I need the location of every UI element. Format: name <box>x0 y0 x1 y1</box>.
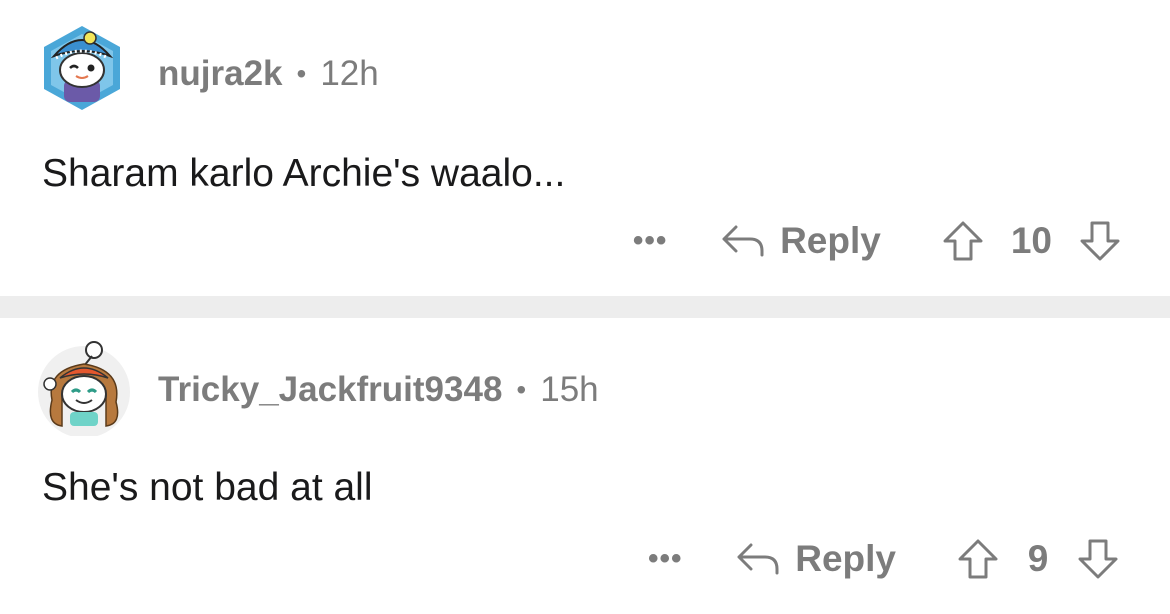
comment: Tricky_Jackfruit9348 • 15h She's not bad… <box>0 318 1170 614</box>
comment-meta: nujra2k • 12h <box>158 54 379 94</box>
comment-body: Sharam karlo Archie's waalo... <box>42 152 566 195</box>
vote-score: 9 <box>1027 538 1049 579</box>
more-options-button[interactable]: ••• <box>645 542 685 576</box>
meta-separator: • <box>296 58 307 89</box>
comment-meta: Tricky_Jackfruit9348 • 15h <box>158 370 599 410</box>
downvote-arrow-icon[interactable] <box>1078 219 1122 263</box>
vote-score: 10 <box>1010 220 1052 261</box>
reply-label: Reply <box>780 220 881 261</box>
avatar-snoo-turban-icon <box>44 26 120 110</box>
vote-controls: 10 <box>941 219 1122 263</box>
reply-arrow-icon <box>735 541 795 577</box>
comment-actions: ••• Reply 10 <box>630 218 1122 264</box>
timestamp: 15h <box>540 370 599 409</box>
more-options-button[interactable]: ••• <box>630 224 670 258</box>
reply-label: Reply <box>795 538 896 579</box>
username[interactable]: Tricky_Jackfruit9348 <box>158 370 502 410</box>
avatar[interactable] <box>36 340 130 438</box>
downvote-arrow-icon[interactable] <box>1076 537 1120 581</box>
meta-separator: • <box>516 374 527 405</box>
timestamp: 12h <box>320 54 379 93</box>
reply-arrow-icon <box>720 223 780 259</box>
comment: nujra2k • 12h Sharam karlo Archie's waal… <box>0 0 1170 296</box>
avatar[interactable] <box>36 22 128 114</box>
username[interactable]: nujra2k <box>158 54 283 94</box>
comment-body: She's not bad at all <box>42 466 373 509</box>
comment-divider <box>0 296 1170 318</box>
upvote-arrow-icon[interactable] <box>956 537 1000 581</box>
vote-controls: 9 <box>956 537 1120 581</box>
upvote-arrow-icon[interactable] <box>941 219 985 263</box>
reply-button[interactable]: Reply <box>720 220 881 262</box>
avatar-snoo-girl-icon <box>38 341 130 438</box>
reply-button[interactable]: Reply <box>735 538 896 580</box>
comment-actions: ••• Reply 9 <box>645 536 1120 582</box>
